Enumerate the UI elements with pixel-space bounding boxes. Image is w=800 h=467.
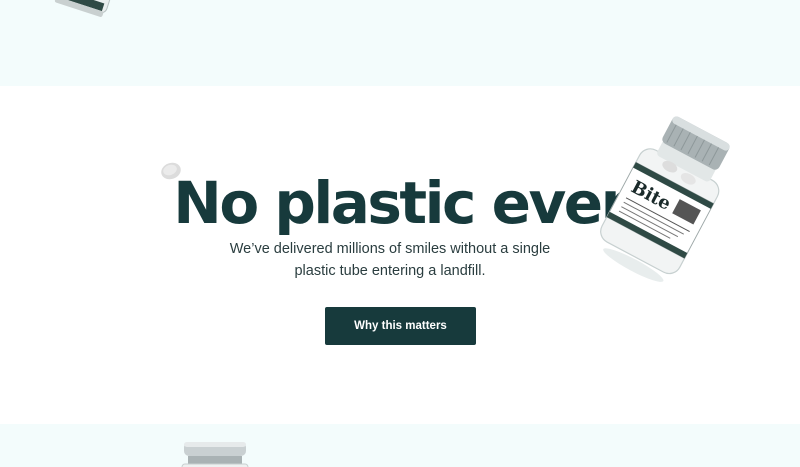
why-this-matters-button[interactable]: Why this matters: [325, 307, 476, 345]
jar-image-right: Bite: [585, 112, 745, 282]
hero-subtext: We’ve delivered millions of smiles witho…: [229, 241, 551, 279]
jar-image-bottom: [178, 436, 254, 467]
